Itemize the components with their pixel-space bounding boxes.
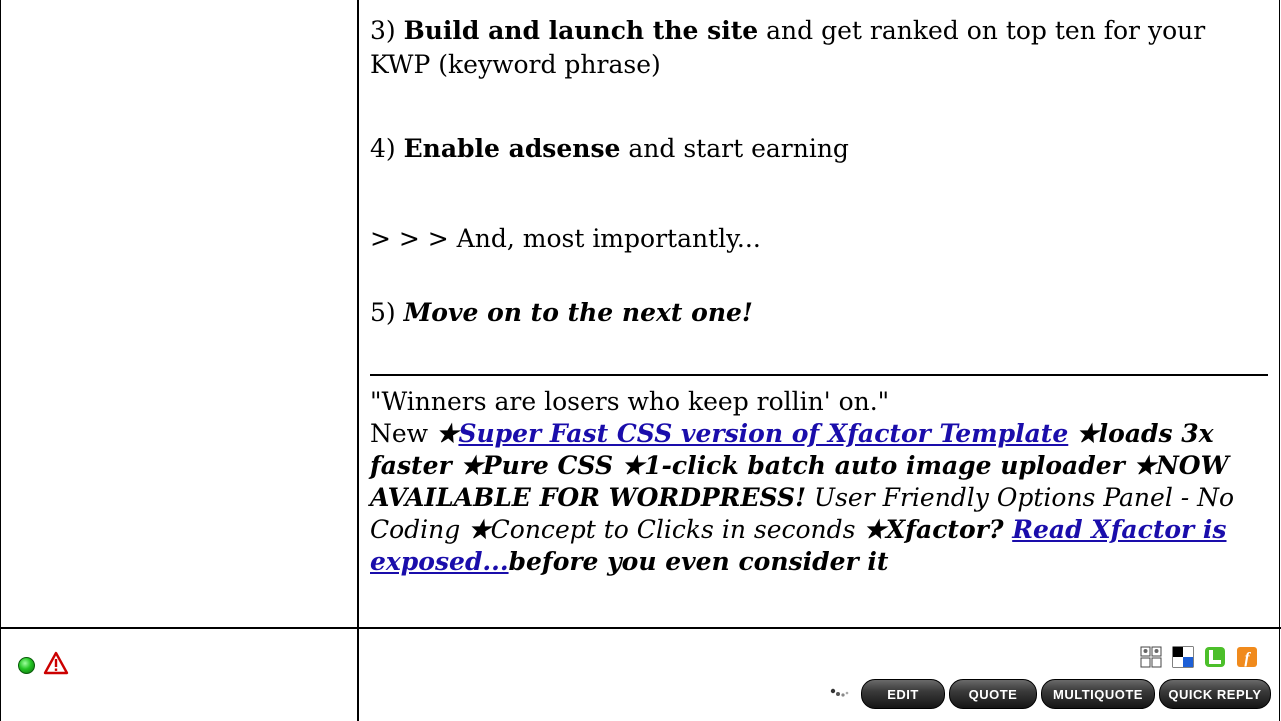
step-4: 4) Enable adsense and start earning	[370, 132, 849, 166]
new-label: New	[370, 419, 437, 448]
technorati-icon[interactable]	[1204, 646, 1226, 668]
star-icon: ★	[863, 515, 886, 544]
css-template-link[interactable]: Super Fast CSS version of Xfactor Templa…	[458, 419, 1068, 448]
table-border-right	[1279, 0, 1280, 721]
report-warning-icon[interactable]	[43, 651, 69, 675]
delicious-icon[interactable]	[1172, 646, 1194, 668]
table-border-divider	[357, 0, 359, 721]
promo-pure-css: Pure CSS	[482, 451, 622, 480]
signature-separator	[370, 374, 1268, 376]
table-border-left	[0, 0, 1, 721]
star-icon: ★	[621, 451, 645, 480]
multiquote-button[interactable]: MULTIQUOTE	[1041, 679, 1155, 709]
step-5-number: 5)	[370, 298, 404, 327]
star-icon: ★	[1076, 419, 1099, 448]
star-icon: ★	[436, 419, 459, 448]
social-bookmark-icon[interactable]	[1140, 646, 1162, 668]
most-importantly-line: > > > And, most importantly...	[370, 224, 761, 253]
quick-reply-button[interactable]: QUICK REPLY	[1159, 679, 1271, 709]
facebook-icon[interactable]: f	[1236, 646, 1258, 668]
table-border-footer	[0, 627, 1281, 629]
star-icon: ★	[468, 515, 491, 544]
step-4-bold: Enable adsense	[403, 134, 621, 163]
star-icon: ★	[460, 451, 483, 480]
signature-promo: New ★Super Fast CSS version of Xfactor T…	[370, 418, 1272, 578]
star-icon: ★	[1133, 451, 1156, 480]
share-icons: f	[1140, 645, 1258, 669]
step-4-number: 4)	[370, 134, 404, 163]
promo-consider: before you even consider it	[508, 547, 889, 576]
step-5: 5) Move on to the next one!	[370, 296, 753, 330]
signature: "Winners are losers who keep rollin' on.…	[370, 386, 1272, 578]
promo-xfactor-question: Xfactor?	[885, 515, 1013, 544]
edit-button[interactable]: EDIT	[861, 679, 945, 709]
online-status-icon	[18, 657, 35, 674]
post-options-dots-icon[interactable]	[829, 685, 857, 699]
step-3-number: 3)	[370, 16, 404, 45]
quote-button[interactable]: QUOTE	[949, 679, 1037, 709]
promo-uploader: 1-click batch auto image uploader	[644, 451, 1134, 480]
step-3-bold: Build and launch the site	[403, 16, 759, 45]
step-3: 3) Build and launch the site and get ran…	[370, 14, 1270, 82]
step-5-bold-italic: Move on to the next one!	[403, 298, 753, 327]
post-table	[0, 0, 1281, 721]
step-4-text: and start earning	[620, 134, 849, 163]
promo-concept: Concept to Clicks in seconds	[490, 515, 864, 544]
signature-quote: "Winners are losers who keep rollin' on.…	[370, 387, 890, 416]
